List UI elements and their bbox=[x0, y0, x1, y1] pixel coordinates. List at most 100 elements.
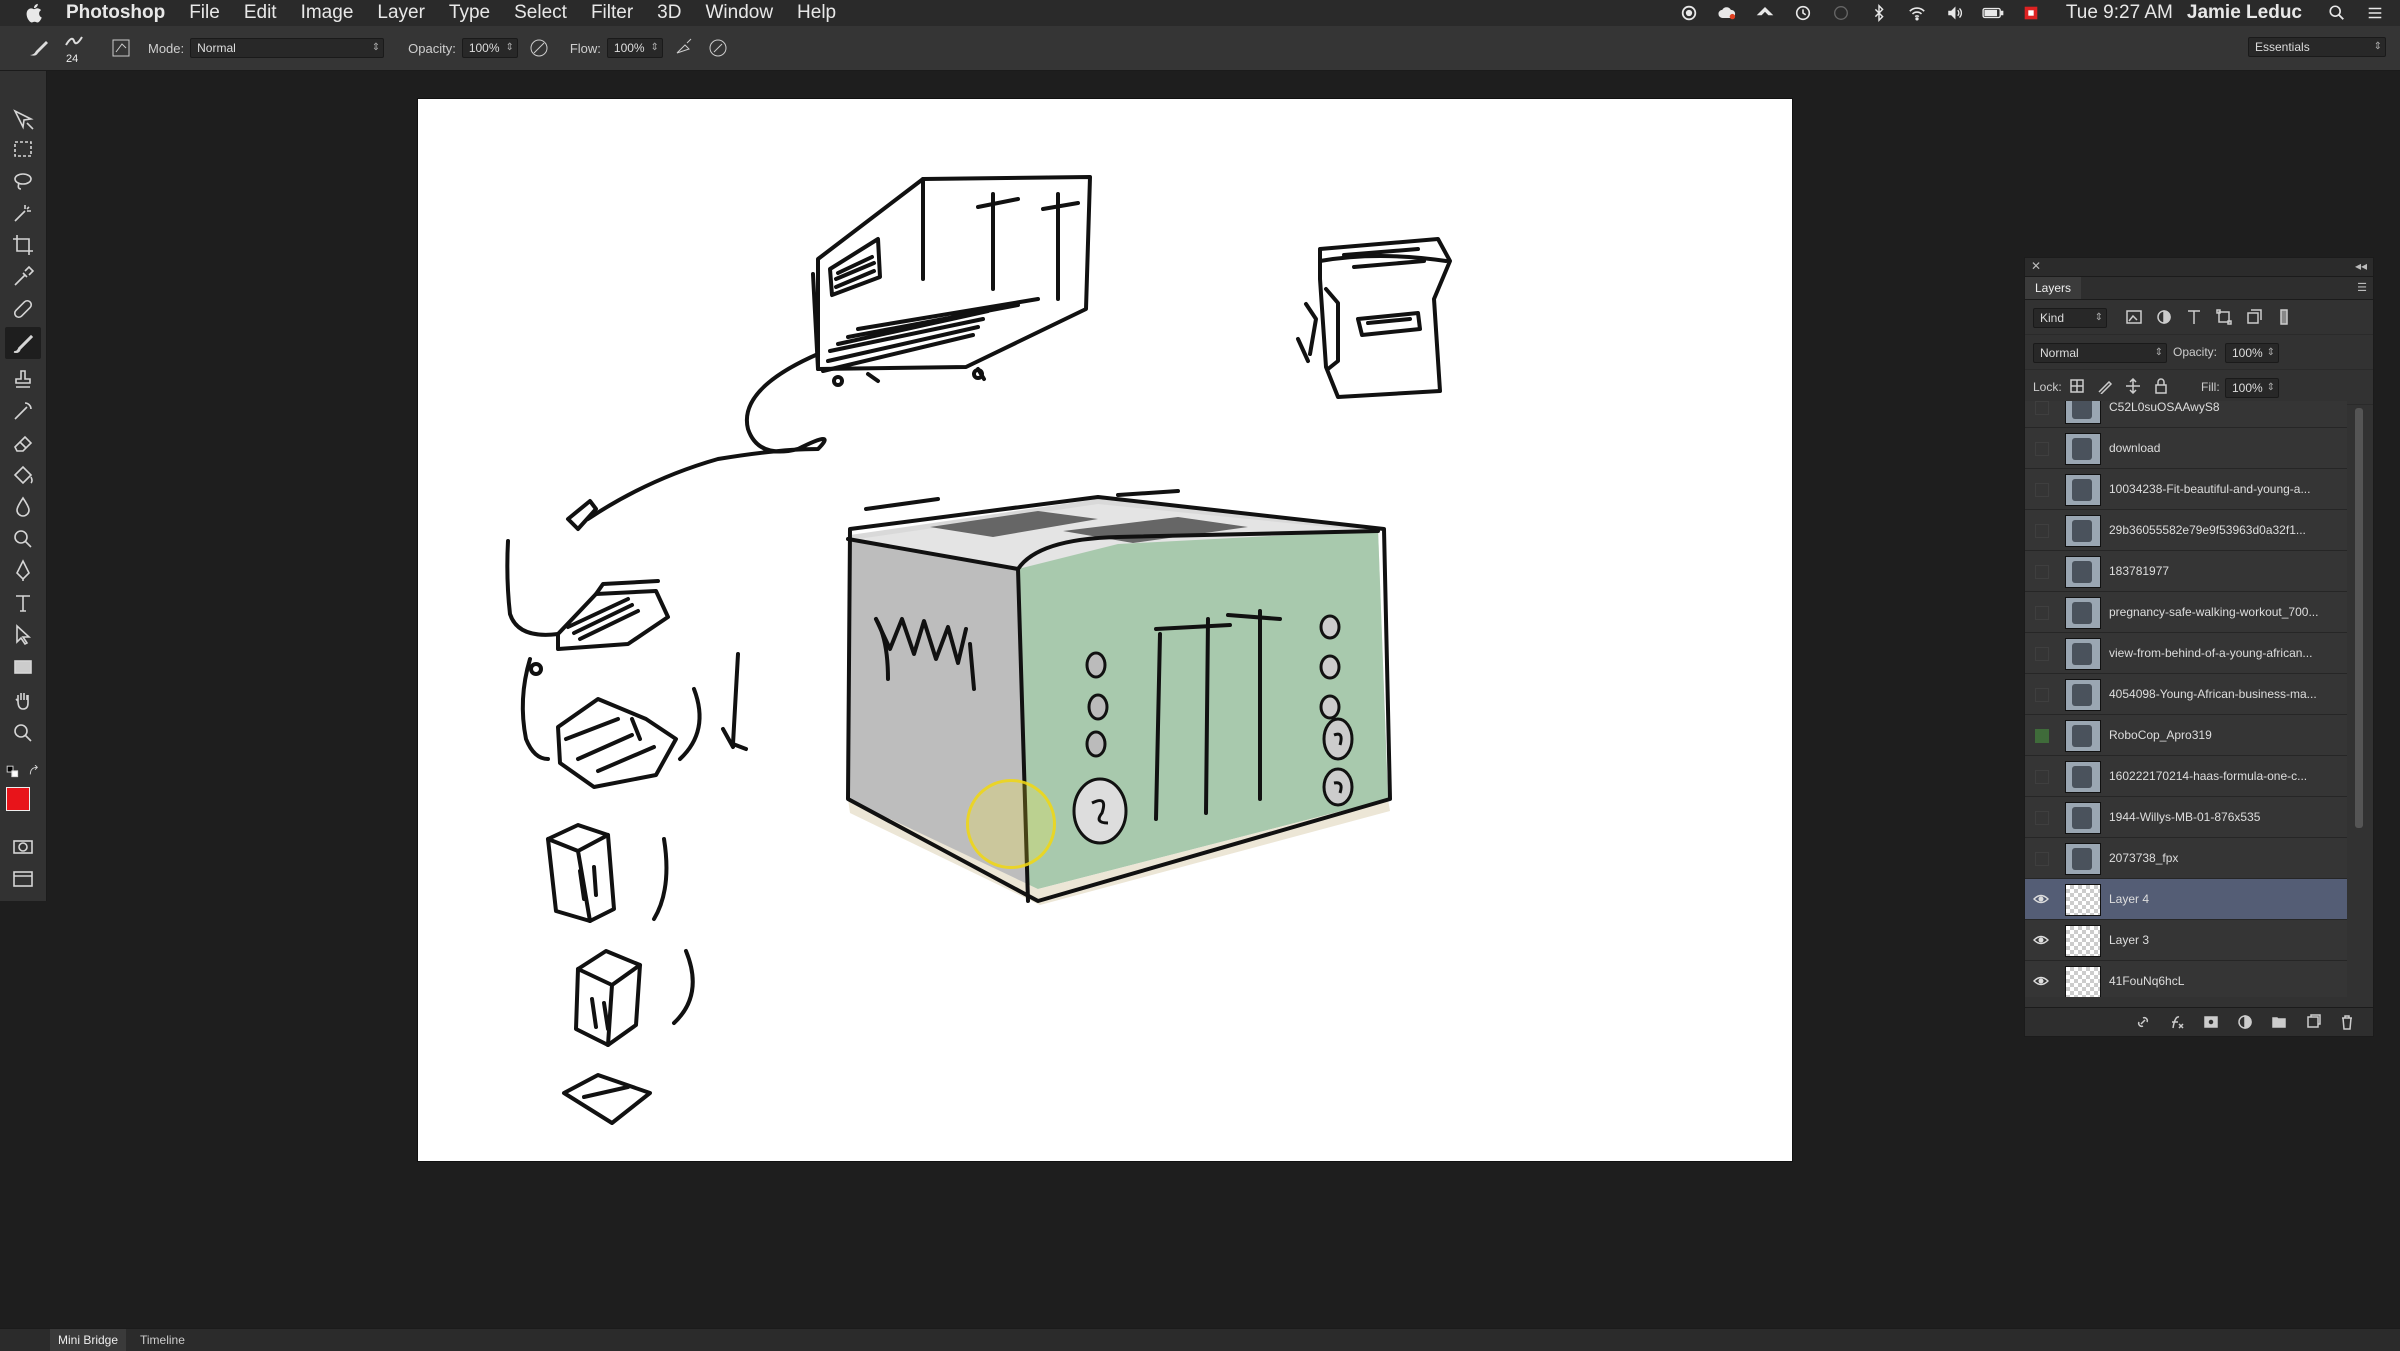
filter-kind-select[interactable]: Kind bbox=[2033, 308, 2107, 328]
layer-row[interactable]: view-from-behind-of-a-young-african... bbox=[2025, 633, 2347, 674]
visibility-eye-icon[interactable] bbox=[2033, 932, 2049, 948]
time-machine-icon[interactable] bbox=[1792, 4, 1814, 22]
record-icon[interactable] bbox=[1678, 4, 1700, 22]
airbrush-icon[interactable] bbox=[671, 35, 697, 61]
layer-row[interactable]: 183781977 bbox=[2025, 551, 2347, 592]
flow-field[interactable]: 100% bbox=[606, 38, 663, 58]
user-name[interactable]: Jamie Leduc bbox=[2187, 2, 2302, 24]
pressure-size-icon[interactable] bbox=[705, 35, 731, 61]
layer-row[interactable]: 10034238-Fit-beautiful-and-young-a... bbox=[2025, 469, 2347, 510]
pen-tool[interactable] bbox=[11, 559, 35, 583]
lock-image-pixels-icon[interactable] bbox=[2097, 378, 2113, 394]
visibility-toggle[interactable] bbox=[2035, 729, 2049, 743]
menu-3d[interactable]: 3D bbox=[657, 2, 681, 24]
visibility-toggle[interactable] bbox=[2035, 442, 2049, 456]
mode-select[interactable]: Normal bbox=[190, 38, 385, 58]
adjustment-layer-icon[interactable] bbox=[2237, 1014, 2253, 1030]
type-tool[interactable] bbox=[11, 591, 35, 615]
lock-all-icon[interactable] bbox=[2153, 378, 2169, 394]
filter-pixel-icon[interactable] bbox=[2125, 308, 2143, 326]
filter-type-icon[interactable] bbox=[2185, 308, 2203, 326]
visibility-toggle[interactable] bbox=[2035, 606, 2049, 620]
layer-row[interactable]: Layer 4 bbox=[2025, 879, 2347, 920]
clone-stamp-tool[interactable] bbox=[11, 367, 35, 391]
layer-row[interactable]: 1944-Willys-MB-01-876x535 bbox=[2025, 797, 2347, 838]
rectangle-tool[interactable] bbox=[11, 655, 35, 679]
close-panel-icon[interactable]: ✕ bbox=[2031, 259, 2041, 273]
link-layers-icon[interactable] bbox=[2135, 1014, 2151, 1030]
layer-row[interactable]: RoboCop_Apro319 bbox=[2025, 715, 2347, 756]
moon-icon[interactable] bbox=[1830, 4, 1852, 22]
swap-colors-button[interactable] bbox=[28, 764, 42, 779]
history-brush-tool[interactable] bbox=[11, 399, 35, 423]
visibility-toggle[interactable] bbox=[2035, 647, 2049, 661]
workspace-switcher[interactable]: Essentials bbox=[2248, 37, 2386, 57]
brush-size-picker[interactable]: 24 bbox=[58, 31, 90, 65]
layer-row[interactable]: 160222170214-haas-formula-one-c... bbox=[2025, 756, 2347, 797]
lock-position-icon[interactable] bbox=[2125, 378, 2141, 394]
filter-shape-icon[interactable] bbox=[2215, 308, 2233, 326]
visibility-eye-icon[interactable] bbox=[2033, 973, 2049, 989]
hand-tool[interactable] bbox=[11, 689, 35, 713]
layer-row[interactable]: download bbox=[2025, 428, 2347, 469]
layer-row[interactable]: 29b36055582e79e9f53963d0a32f1... bbox=[2025, 510, 2347, 551]
sync-icon[interactable] bbox=[1754, 4, 1776, 22]
blur-tool[interactable] bbox=[11, 495, 35, 519]
tab-mini-bridge[interactable]: Mini Bridge bbox=[50, 1329, 127, 1351]
collapse-panel-icon[interactable]: ◂◂ bbox=[2355, 259, 2367, 273]
visibility-toggle[interactable] bbox=[2035, 688, 2049, 702]
menu-help[interactable]: Help bbox=[797, 2, 836, 24]
layer-opacity-field[interactable]: 100% bbox=[2225, 343, 2279, 363]
foreground-color-swatch[interactable] bbox=[6, 787, 30, 811]
panel-menu-icon[interactable]: ☰ bbox=[2357, 281, 2367, 294]
visibility-toggle[interactable] bbox=[2035, 852, 2049, 866]
new-group-folder-icon[interactable] bbox=[2271, 1014, 2287, 1030]
default-colors-button[interactable] bbox=[6, 765, 24, 779]
lasso-tool[interactable] bbox=[11, 169, 35, 193]
battery-icon[interactable] bbox=[1982, 4, 2004, 22]
layer-row[interactable]: 41FouNq6hcL bbox=[2025, 961, 2347, 997]
blend-mode-select[interactable]: Normal bbox=[2033, 343, 2167, 363]
brush-panel-toggle-icon[interactable] bbox=[108, 35, 134, 61]
apple-icon[interactable] bbox=[24, 2, 46, 24]
layer-row[interactable]: 2073738_fpx bbox=[2025, 838, 2347, 879]
delete-layer-trash-icon[interactable] bbox=[2339, 1014, 2355, 1030]
visibility-toggle[interactable] bbox=[2035, 770, 2049, 784]
healing-brush-tool[interactable] bbox=[11, 297, 35, 321]
menu-filter[interactable]: Filter bbox=[591, 2, 633, 24]
clock[interactable]: Tue 9:27 AM bbox=[2066, 2, 2173, 24]
volume-icon[interactable] bbox=[1944, 4, 1966, 22]
tab-timeline[interactable]: Timeline bbox=[132, 1329, 193, 1351]
eraser-tool[interactable] bbox=[11, 431, 35, 455]
zoom-tool[interactable] bbox=[11, 721, 35, 745]
magic-wand-tool[interactable] bbox=[11, 201, 35, 225]
visibility-eye-icon[interactable] bbox=[2033, 891, 2049, 907]
paint-bucket-tool[interactable] bbox=[11, 463, 35, 487]
visibility-toggle[interactable] bbox=[2035, 811, 2049, 825]
visibility-toggle[interactable] bbox=[2035, 483, 2049, 497]
layer-row[interactable]: pregnancy-safe-walking-workout_700... bbox=[2025, 592, 2347, 633]
filter-toggle-icon[interactable] bbox=[2275, 308, 2293, 326]
document-canvas[interactable] bbox=[418, 99, 1792, 1161]
notification-center-icon[interactable] bbox=[2364, 4, 2386, 22]
opacity-field[interactable]: 100% bbox=[461, 38, 518, 58]
path-selection-tool[interactable] bbox=[11, 623, 35, 647]
menu-image[interactable]: Image bbox=[301, 2, 354, 24]
layer-row[interactable]: Layer 3 bbox=[2025, 920, 2347, 961]
menu-window[interactable]: Window bbox=[705, 2, 773, 24]
move-tool[interactable] bbox=[11, 107, 35, 131]
layer-row[interactable]: C52L0suOSAAwyS8 bbox=[2025, 401, 2347, 428]
eyedropper-tool[interactable] bbox=[11, 265, 35, 289]
tab-layers[interactable]: Layers bbox=[2025, 277, 2082, 299]
fill-field[interactable]: 100% bbox=[2225, 378, 2279, 398]
menu-file[interactable]: File bbox=[189, 2, 220, 24]
menu-select[interactable]: Select bbox=[514, 2, 567, 24]
flag-icon[interactable] bbox=[2020, 4, 2042, 22]
lock-transparent-pixels-icon[interactable] bbox=[2069, 378, 2085, 394]
filter-smart-object-icon[interactable] bbox=[2245, 308, 2263, 326]
screen-mode-button[interactable] bbox=[11, 867, 35, 891]
filter-adjustment-icon[interactable] bbox=[2155, 308, 2173, 326]
new-layer-icon[interactable] bbox=[2305, 1014, 2321, 1030]
dodge-tool[interactable] bbox=[11, 527, 35, 551]
menu-layer[interactable]: Layer bbox=[377, 2, 425, 24]
